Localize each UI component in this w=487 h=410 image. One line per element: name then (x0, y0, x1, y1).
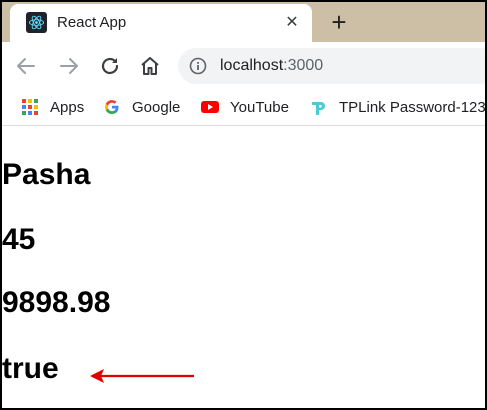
new-tab-button[interactable]: + (326, 9, 352, 35)
value-salary: 9898.98 (2, 286, 111, 319)
bookmark-label: TPLink Password-123 (339, 98, 486, 116)
toolbar: localhost:3000 (2, 42, 485, 90)
forward-arrow-icon[interactable] (57, 54, 81, 78)
bookmarks-bar: Apps Google YouTube TPLink Password-123 (2, 90, 485, 126)
tab-react-app[interactable]: React App ✕ (10, 4, 312, 42)
react-logo-icon (26, 12, 47, 33)
bookmark-tplink[interactable]: TPLink Password-123 (310, 90, 486, 124)
page-content: Pasha 45 9898.98 true (2, 127, 485, 408)
browser-window: React App ✕ + localhost:3000 Apps Google… (0, 0, 487, 410)
url-host: localhost (220, 57, 284, 74)
address-bar[interactable]: localhost:3000 (178, 48, 485, 84)
bookmark-google[interactable]: Google (103, 90, 180, 124)
url-port: :3000 (283, 57, 324, 74)
close-icon[interactable]: ✕ (282, 13, 302, 33)
home-icon[interactable] (138, 54, 162, 78)
tab-strip: React App ✕ + (2, 2, 485, 42)
bookmark-label: YouTube (230, 98, 289, 116)
tplink-logo-icon (312, 102, 325, 115)
bookmark-apps[interactable]: Apps (21, 90, 84, 124)
bookmark-label: Apps (50, 98, 85, 116)
apps-grid-icon (22, 99, 38, 115)
value-boolean: true (2, 352, 59, 385)
value-name: Pasha (2, 158, 91, 191)
back-arrow-icon[interactable] (14, 54, 38, 78)
google-logo-icon (105, 100, 119, 114)
bookmark-youtube[interactable]: YouTube (201, 90, 289, 124)
red-arrow-icon (90, 369, 194, 383)
youtube-logo-icon (201, 101, 219, 113)
bookmark-label: Google (132, 98, 181, 116)
url-text: localhost:3000 (220, 57, 323, 75)
info-icon[interactable] (189, 57, 207, 75)
reload-icon[interactable] (98, 54, 122, 78)
tab-title: React App (57, 14, 127, 31)
value-age: 45 (2, 223, 36, 256)
